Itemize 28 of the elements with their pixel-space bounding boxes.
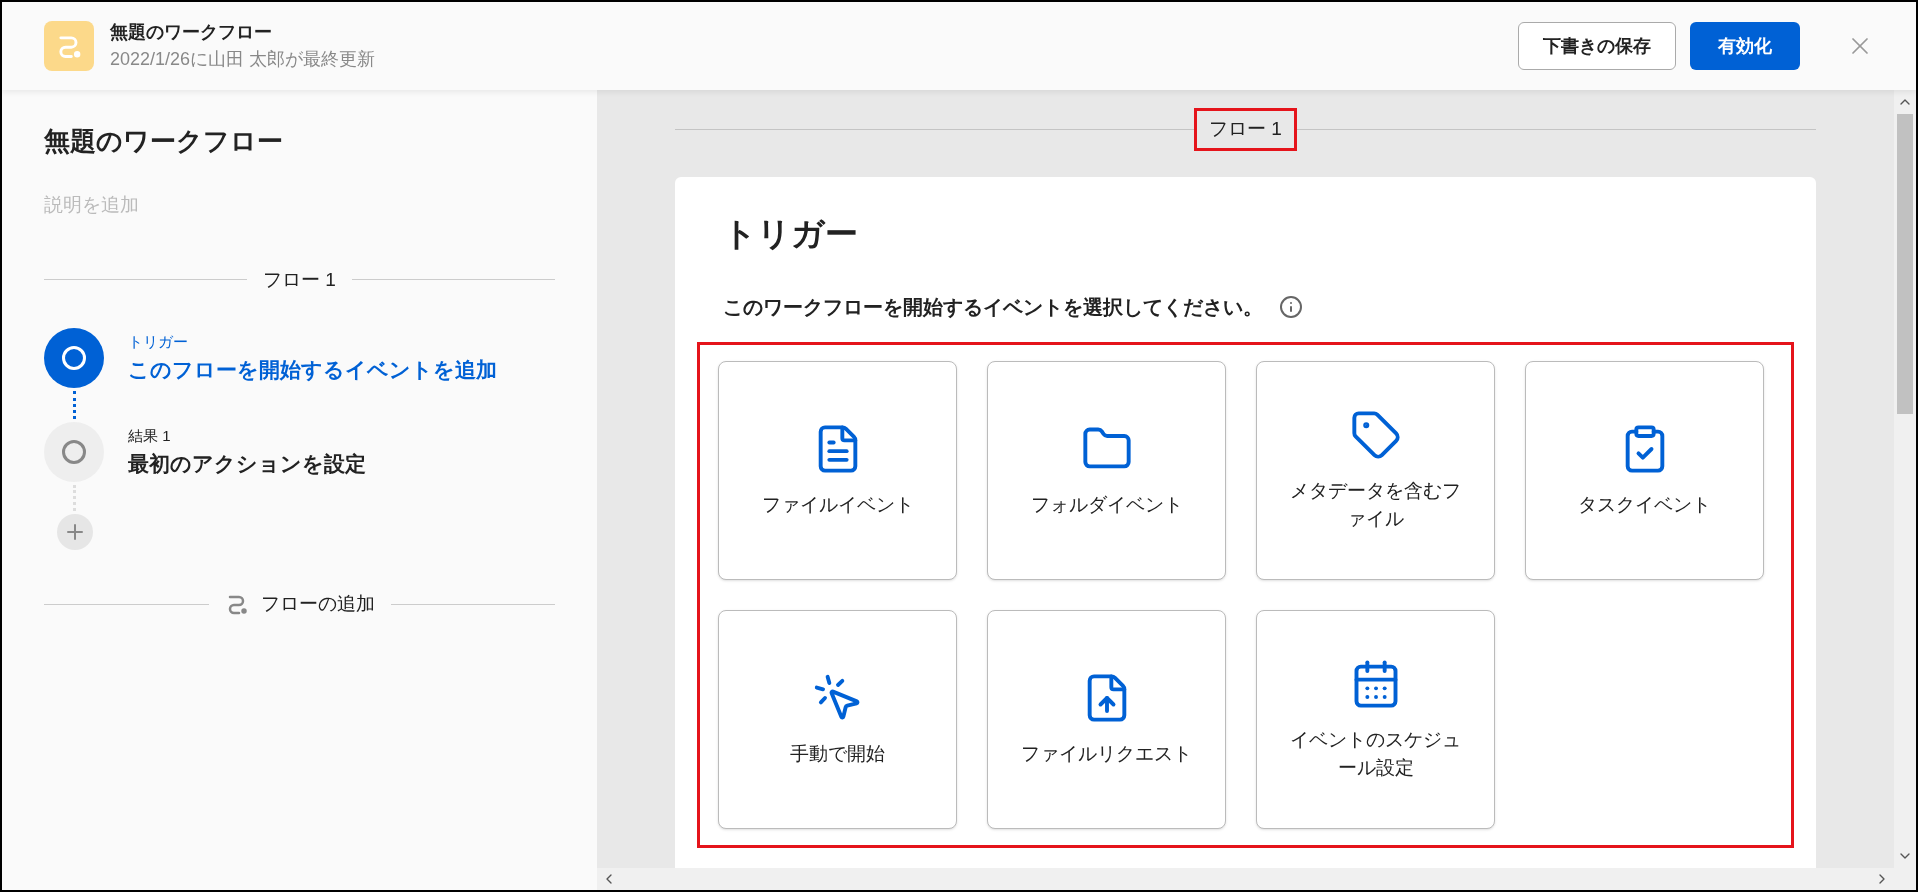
horizontal-scrollbar[interactable] bbox=[597, 868, 1894, 890]
trigger-option-card[interactable]: メタデータを含むファイル bbox=[1256, 361, 1495, 580]
trigger-option-card[interactable]: フォルダイベント bbox=[987, 361, 1226, 580]
step-caption: トリガー bbox=[128, 332, 189, 352]
trigger-option-card[interactable]: イベントのスケジュール設定 bbox=[1256, 610, 1495, 829]
trigger-prompt: このワークフローを開始するイベントを選択してください。 bbox=[723, 295, 1263, 320]
trigger-option-card[interactable]: ファイルイベント bbox=[718, 361, 957, 580]
sidebar-title: 無題のワークフロー bbox=[44, 125, 284, 158]
step-caption: 結果 1 bbox=[128, 426, 172, 446]
activate-button[interactable]: 有効化 bbox=[1690, 22, 1800, 70]
info-icon[interactable] bbox=[1279, 295, 1303, 319]
trigger-option-card[interactable]: 手動で開始 bbox=[718, 610, 957, 829]
tag-icon bbox=[1349, 408, 1402, 461]
trigger-option-card[interactable]: ファイルリクエスト bbox=[987, 610, 1226, 829]
step-title[interactable]: このフローを開始するイベントを追加 bbox=[128, 353, 497, 385]
last-updated-text: 2022/1/26に山田 太郎が最終更新 bbox=[110, 48, 376, 71]
add-step-button[interactable] bbox=[57, 514, 93, 550]
workflow-title: 無題のワークフロー bbox=[110, 21, 273, 44]
step-title[interactable]: 最初のアクションを設定 bbox=[128, 447, 366, 479]
save-draft-button[interactable]: 下書きの保存 bbox=[1518, 22, 1676, 70]
trigger-option-card[interactable]: タスクイベント bbox=[1525, 361, 1764, 580]
flow-label: フロー 1 bbox=[1194, 108, 1297, 151]
scrollbar-thumb[interactable] bbox=[1897, 114, 1913, 414]
step-node[interactable] bbox=[44, 328, 104, 388]
vertical-scrollbar[interactable] bbox=[1894, 90, 1916, 890]
card-title: トリガー bbox=[722, 213, 859, 254]
flow-label: フロー 1 bbox=[263, 267, 336, 292]
add-flow-button[interactable]: フローの追加 bbox=[224, 590, 375, 619]
